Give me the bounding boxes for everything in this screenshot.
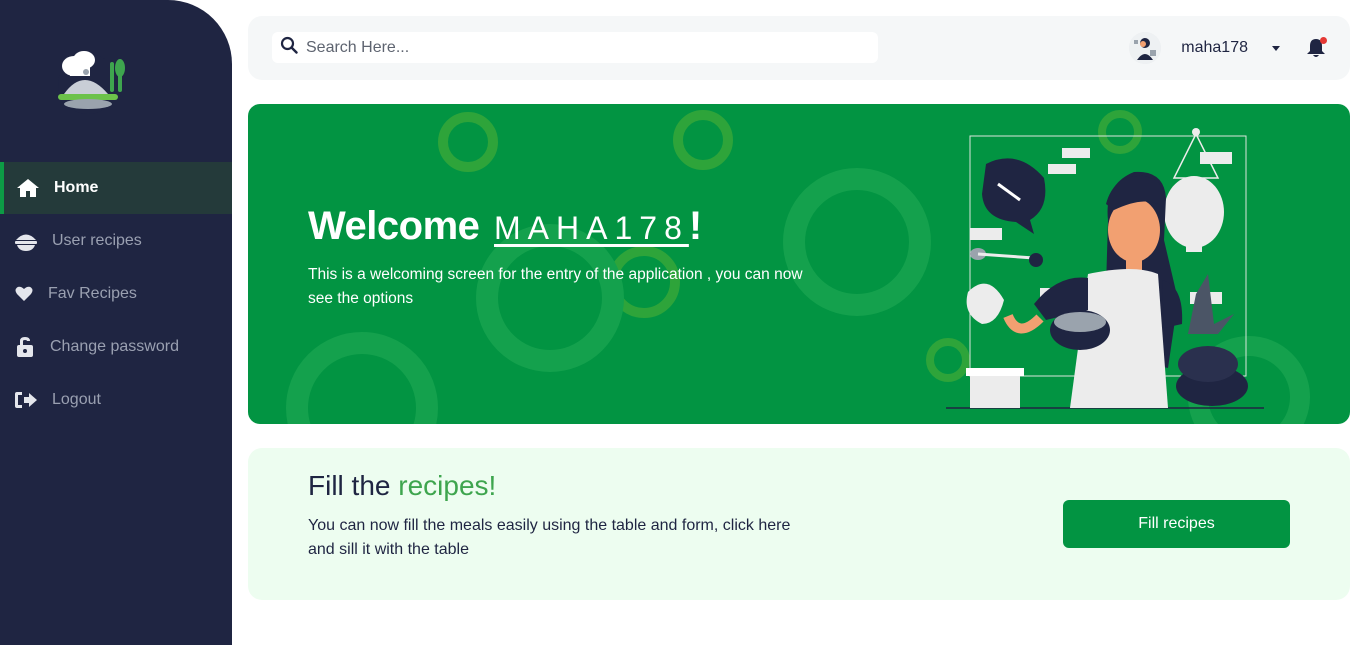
sidebar-item-label: Change password xyxy=(50,337,179,355)
sidebar-item-logout[interactable]: Logout xyxy=(0,373,232,426)
chevron-down-icon[interactable] xyxy=(1272,45,1280,51)
fill-recipes-button[interactable]: Fill recipes xyxy=(1063,500,1290,548)
decor-ring xyxy=(438,112,498,172)
sidebar-item-user-recipes[interactable]: User recipes xyxy=(0,214,232,267)
sidebar-item-label: Logout xyxy=(52,390,101,408)
heart-icon xyxy=(14,284,34,304)
sidebar-item-label: Home xyxy=(54,179,99,196)
logout-icon xyxy=(14,390,38,410)
app-logo[interactable] xyxy=(46,48,130,114)
bell-icon[interactable] xyxy=(1306,37,1327,59)
user-menu[interactable]: maha178 xyxy=(1129,32,1327,64)
home-icon xyxy=(16,178,40,198)
sidebar: Home User recipes Fav Recipes Change pas… xyxy=(0,0,232,645)
username[interactable]: maha178 xyxy=(1181,39,1248,57)
decor-ring xyxy=(286,332,438,424)
sidebar-item-label: User recipes xyxy=(52,231,142,249)
search-input[interactable] xyxy=(306,38,866,57)
fill-recipes-card: Fill the recipes! You can now fill the m… xyxy=(248,448,1350,600)
welcome-word: Welcome xyxy=(308,204,480,248)
decor-ring xyxy=(673,110,733,170)
top-bar: maha178 xyxy=(248,16,1350,80)
welcome-banner: Welcome MAHA178! This is a welcoming scr… xyxy=(248,104,1350,424)
fill-recipes-description: You can now fill the meals easily using … xyxy=(308,517,791,558)
chef-illustration xyxy=(946,128,1264,409)
sidebar-nav: Home User recipes Fav Recipes Change pas… xyxy=(0,162,232,426)
user-name-highlight: MAHA178 xyxy=(494,210,689,246)
sidebar-item-change-password[interactable]: Change password xyxy=(0,320,232,373)
unlock-icon xyxy=(14,336,36,357)
title-prefix: Fill the xyxy=(308,470,399,501)
fill-recipes-title: Fill the recipes! xyxy=(308,470,496,502)
notification-dot xyxy=(1320,37,1327,44)
sidebar-item-label: Fav Recipes xyxy=(48,284,137,302)
bowl-icon xyxy=(14,231,38,251)
search-box[interactable] xyxy=(272,32,878,63)
welcome-heading: Welcome MAHA178! xyxy=(308,204,808,249)
avatar[interactable] xyxy=(1129,32,1162,64)
search-icon xyxy=(280,36,298,59)
title-accent: recipes! xyxy=(398,470,497,501)
welcome-description: This is a welcoming screen for the entry… xyxy=(308,266,803,307)
welcome-text: Welcome MAHA178! This is a welcoming scr… xyxy=(308,204,808,311)
exclaim: ! xyxy=(688,204,702,248)
sidebar-item-fav-recipes[interactable]: Fav Recipes xyxy=(0,267,232,320)
sidebar-item-home[interactable]: Home xyxy=(0,162,232,214)
